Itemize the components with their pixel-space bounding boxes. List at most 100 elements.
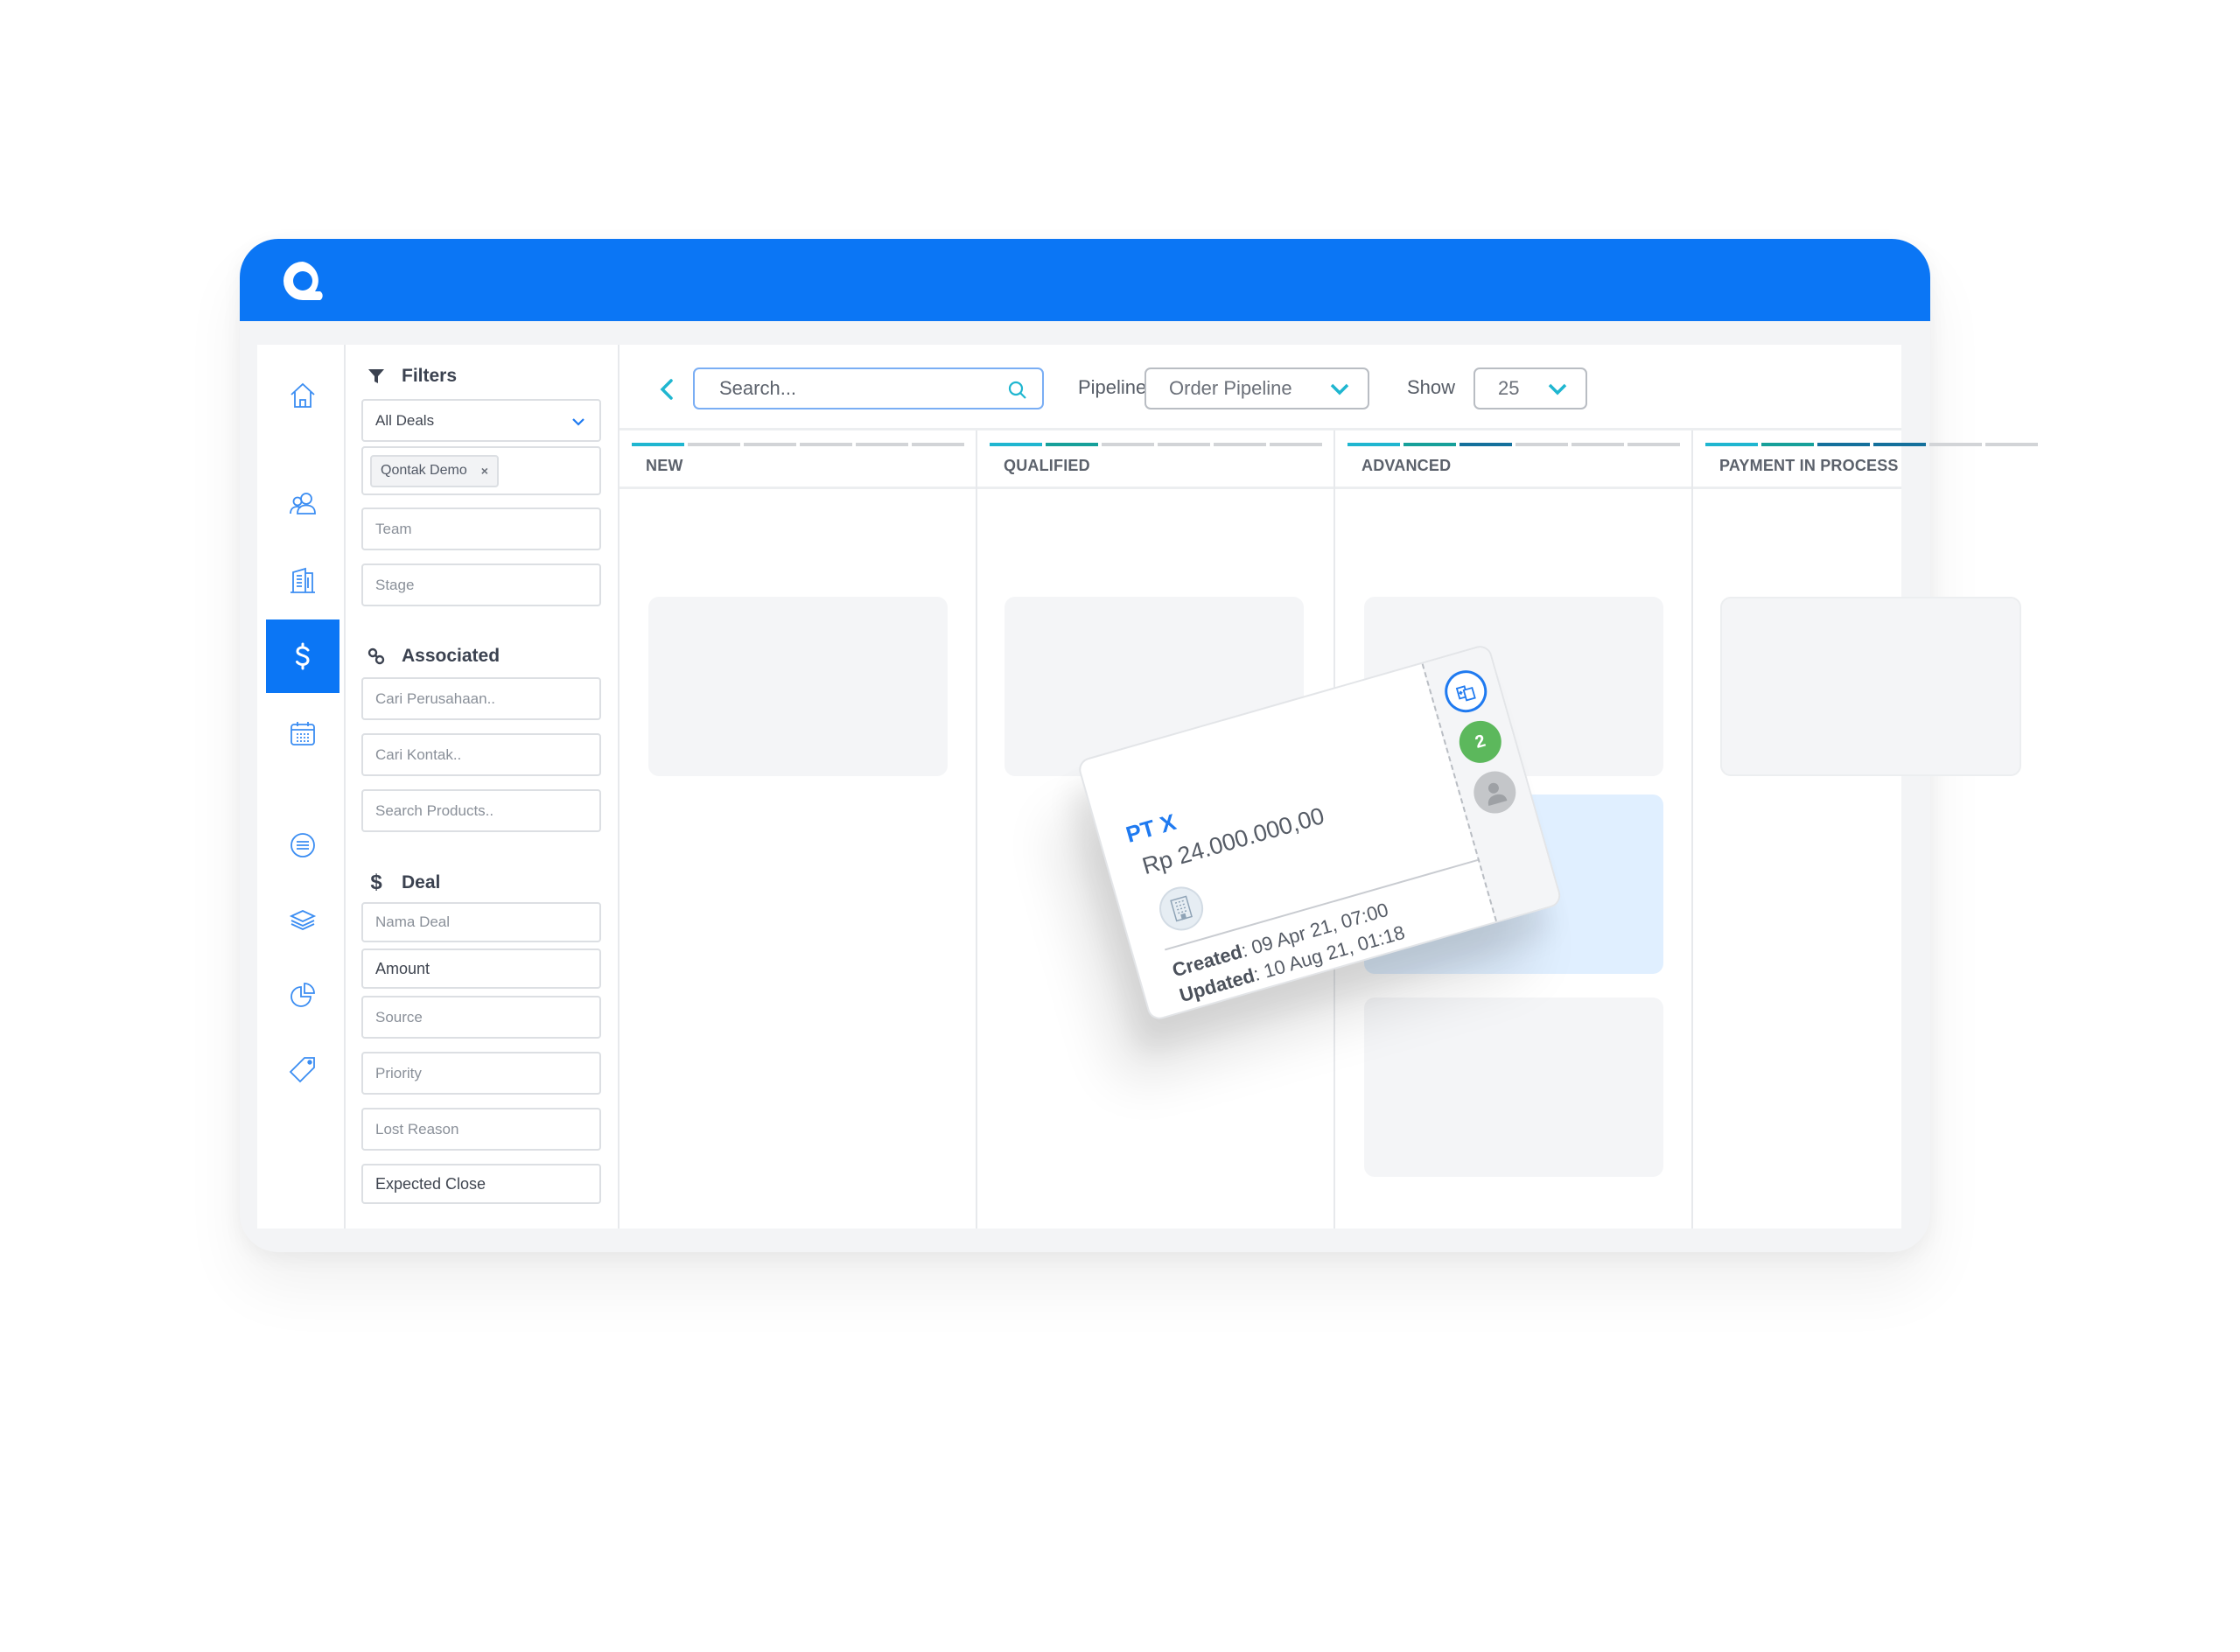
company-search-input[interactable]: Cari Perusahaan.. xyxy=(361,677,601,720)
chevron-left-icon[interactable] xyxy=(656,376,677,402)
rail-item-tags[interactable] xyxy=(266,1032,340,1106)
stage-filter-input[interactable]: Stage xyxy=(361,564,601,606)
pipeline-value: Order Pipeline xyxy=(1169,377,1292,399)
filters-title: Filters xyxy=(402,366,458,386)
progress-segment-filled xyxy=(1873,443,1926,446)
associated-heading: Associated xyxy=(367,646,500,667)
dollar-icon: $ xyxy=(370,871,382,894)
rail-item-products[interactable] xyxy=(266,883,340,956)
rail-item-contacts[interactable] xyxy=(266,467,340,541)
progress-segment-filled xyxy=(1404,443,1456,446)
source-filter[interactable]: Source xyxy=(361,996,601,1039)
column-new: NEW xyxy=(620,430,977,1228)
duplicate-button[interactable] xyxy=(1439,665,1492,718)
rail-item-reports[interactable] xyxy=(266,958,340,1032)
deal-card-placeholder[interactable] xyxy=(648,597,948,776)
link-icon xyxy=(368,648,385,665)
stage-progress xyxy=(990,443,1322,446)
qontak-logo-icon[interactable] xyxy=(280,258,326,304)
filters-heading: Filters xyxy=(367,366,457,387)
column-header: NEW xyxy=(620,430,976,489)
pipeline-select[interactable]: Order Pipeline xyxy=(1144,368,1369,410)
product-placeholder: Search Products.. xyxy=(375,802,494,819)
product-search-input[interactable]: Search Products.. xyxy=(361,789,601,832)
progress-segment-empty xyxy=(912,443,964,446)
search-icon[interactable] xyxy=(1007,380,1028,401)
progress-segment-filled xyxy=(1761,443,1814,446)
column-header: ADVANCED xyxy=(1335,430,1691,489)
stage-progress xyxy=(1348,443,1680,446)
progress-segment-empty xyxy=(1158,443,1210,446)
page-size-select[interactable]: 25 xyxy=(1474,368,1587,410)
progress-segment-empty xyxy=(1516,443,1568,446)
company-avatar[interactable] xyxy=(1154,881,1208,936)
building-icon xyxy=(1170,895,1193,922)
progress-segment-filled xyxy=(1817,443,1870,446)
expected-close-filter[interactable]: Expected Close xyxy=(361,1164,601,1204)
progress-segment-empty xyxy=(1270,443,1322,446)
deal-name-placeholder: Nama Deal xyxy=(375,914,451,930)
home-icon xyxy=(290,382,315,408)
pipeline-label: Pipeline xyxy=(1078,376,1147,398)
team-filter-input[interactable]: Team xyxy=(361,508,601,550)
amount-filter[interactable]: Amount xyxy=(361,948,601,989)
progress-segment-filled xyxy=(1705,443,1758,446)
column-title: PAYMENT IN PROCESS xyxy=(1719,457,1899,474)
column-header: PAYMENT IN PROCESS xyxy=(1693,430,2038,489)
dollar-icon xyxy=(296,642,310,670)
search-placeholder: Search... xyxy=(719,377,797,399)
deal-card-placeholder[interactable] xyxy=(1364,998,1663,1177)
deal-title: Deal xyxy=(402,872,441,892)
pie-chart-icon xyxy=(290,983,315,1007)
expected-close-label: Expected Close xyxy=(375,1174,486,1193)
deal-card-placeholder[interactable] xyxy=(1720,597,2021,776)
chevron-down-icon xyxy=(1330,383,1349,396)
show-label: Show xyxy=(1407,376,1456,398)
progress-segment-empty xyxy=(1985,443,2038,446)
contact-search-input[interactable]: Cari Kontak.. xyxy=(361,733,601,776)
search-input[interactable]: Search... xyxy=(693,368,1044,410)
chevron-down-icon xyxy=(572,418,584,426)
rail-item-home[interactable] xyxy=(266,359,340,432)
page-size-value: 25 xyxy=(1498,377,1520,399)
rail-item-deals[interactable] xyxy=(266,620,340,693)
owner-chip: Qontak Demo × xyxy=(370,454,499,487)
layers-icon xyxy=(289,910,317,930)
stage-progress xyxy=(1705,443,2038,446)
funnel-icon xyxy=(368,369,384,383)
lost-reason-label: Lost Reason xyxy=(375,1120,459,1138)
progress-segment-empty xyxy=(1929,443,1982,446)
associated-title: Associated xyxy=(402,646,500,666)
priority-label: Priority xyxy=(375,1064,422,1082)
progress-segment-empty xyxy=(856,443,908,446)
rail-item-calendar[interactable] xyxy=(266,696,340,770)
progress-segment-filled xyxy=(1460,443,1512,446)
progress-segment-filled xyxy=(1046,443,1098,446)
building-icon xyxy=(290,567,315,593)
company-placeholder: Cari Perusahaan.. xyxy=(375,690,496,707)
app-header xyxy=(240,239,1930,321)
progress-segment-empty xyxy=(688,443,740,446)
progress-segment-filled xyxy=(632,443,684,446)
chevron-down-icon xyxy=(1548,383,1567,396)
tag-icon xyxy=(289,1057,315,1083)
lost-reason-filter[interactable]: Lost Reason xyxy=(361,1108,601,1151)
deal-name[interactable]: PT X xyxy=(1123,808,1179,849)
deal-scope-select[interactable]: All Deals xyxy=(361,399,601,442)
owner-filter-input[interactable]: Qontak Demo × xyxy=(361,446,601,495)
stage-placeholder: Stage xyxy=(375,576,415,593)
column-payment-in-process: PAYMENT IN PROCESS xyxy=(1693,430,2038,1228)
priority-filter[interactable]: Priority xyxy=(361,1052,601,1095)
owner-avatar[interactable] xyxy=(1468,766,1522,819)
chip-remove-icon[interactable]: × xyxy=(481,464,488,478)
count-badge[interactable]: 2 xyxy=(1454,716,1507,768)
contact-placeholder: Cari Kontak.. xyxy=(375,746,462,763)
deal-name-input[interactable]: Nama Deal xyxy=(361,902,601,942)
app-content: Filters All Deals Qontak Demo × Team Sta… xyxy=(257,345,2038,1228)
rail-item-tasks[interactable] xyxy=(266,808,340,882)
progress-segment-empty xyxy=(1214,443,1266,446)
rail-item-companies[interactable] xyxy=(266,543,340,617)
user-avatar-icon xyxy=(1488,782,1508,807)
progress-segment-empty xyxy=(744,443,796,446)
column-title: NEW xyxy=(646,457,683,474)
